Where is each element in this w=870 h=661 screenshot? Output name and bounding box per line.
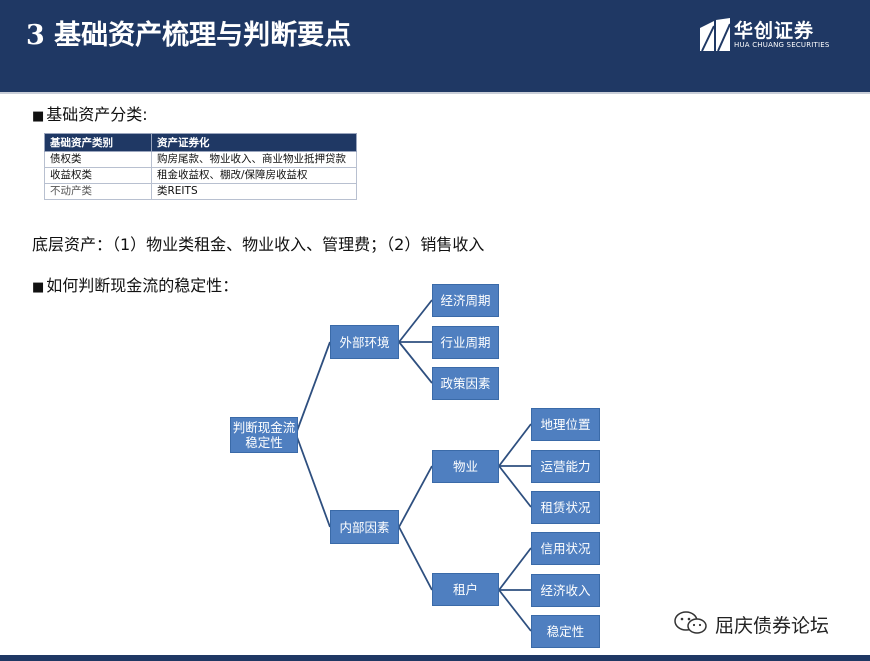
wechat-watermark: 屈庆债券论坛 [673, 608, 853, 638]
connector-root-internal [296, 436, 331, 528]
tree-leaf-node: 地理位置 [531, 408, 600, 441]
connector-tenant-child [498, 589, 532, 632]
wechat-icon [674, 611, 707, 634]
tree-node-tenant: 租户 [432, 573, 499, 606]
tree-leaf-node: 信用状况 [531, 532, 600, 565]
tree-leaf-node: 经济周期 [432, 284, 499, 317]
tree-leaf-node: 运营能力 [531, 450, 600, 483]
tree-leaf-node: 行业周期 [432, 326, 499, 359]
connector-external-child [398, 299, 433, 343]
connector-tenant-child [498, 547, 532, 591]
connector-property-child [498, 423, 532, 467]
connector-external-child [398, 341, 433, 384]
connector-property-child [498, 465, 532, 508]
connector-root-external [296, 341, 331, 432]
tree-node-external: 外部环境 [330, 325, 399, 359]
connector-internal-tenant [398, 526, 433, 591]
footer-bar [0, 655, 870, 661]
tree-leaf-node: 租赁状况 [531, 491, 600, 524]
tree-node-internal: 内部因素 [330, 510, 399, 544]
tree-leaf-node: 政策因素 [432, 367, 499, 400]
tree-node-property: 物业 [432, 450, 499, 483]
watermark-text: 屈庆债券论坛 [715, 615, 830, 637]
tree-root-node: 判断现金流稳定性 [230, 417, 298, 453]
tree-leaf-node: 经济收入 [531, 574, 600, 607]
tree-leaf-node: 稳定性 [531, 615, 600, 648]
connector-internal-property [398, 465, 433, 528]
